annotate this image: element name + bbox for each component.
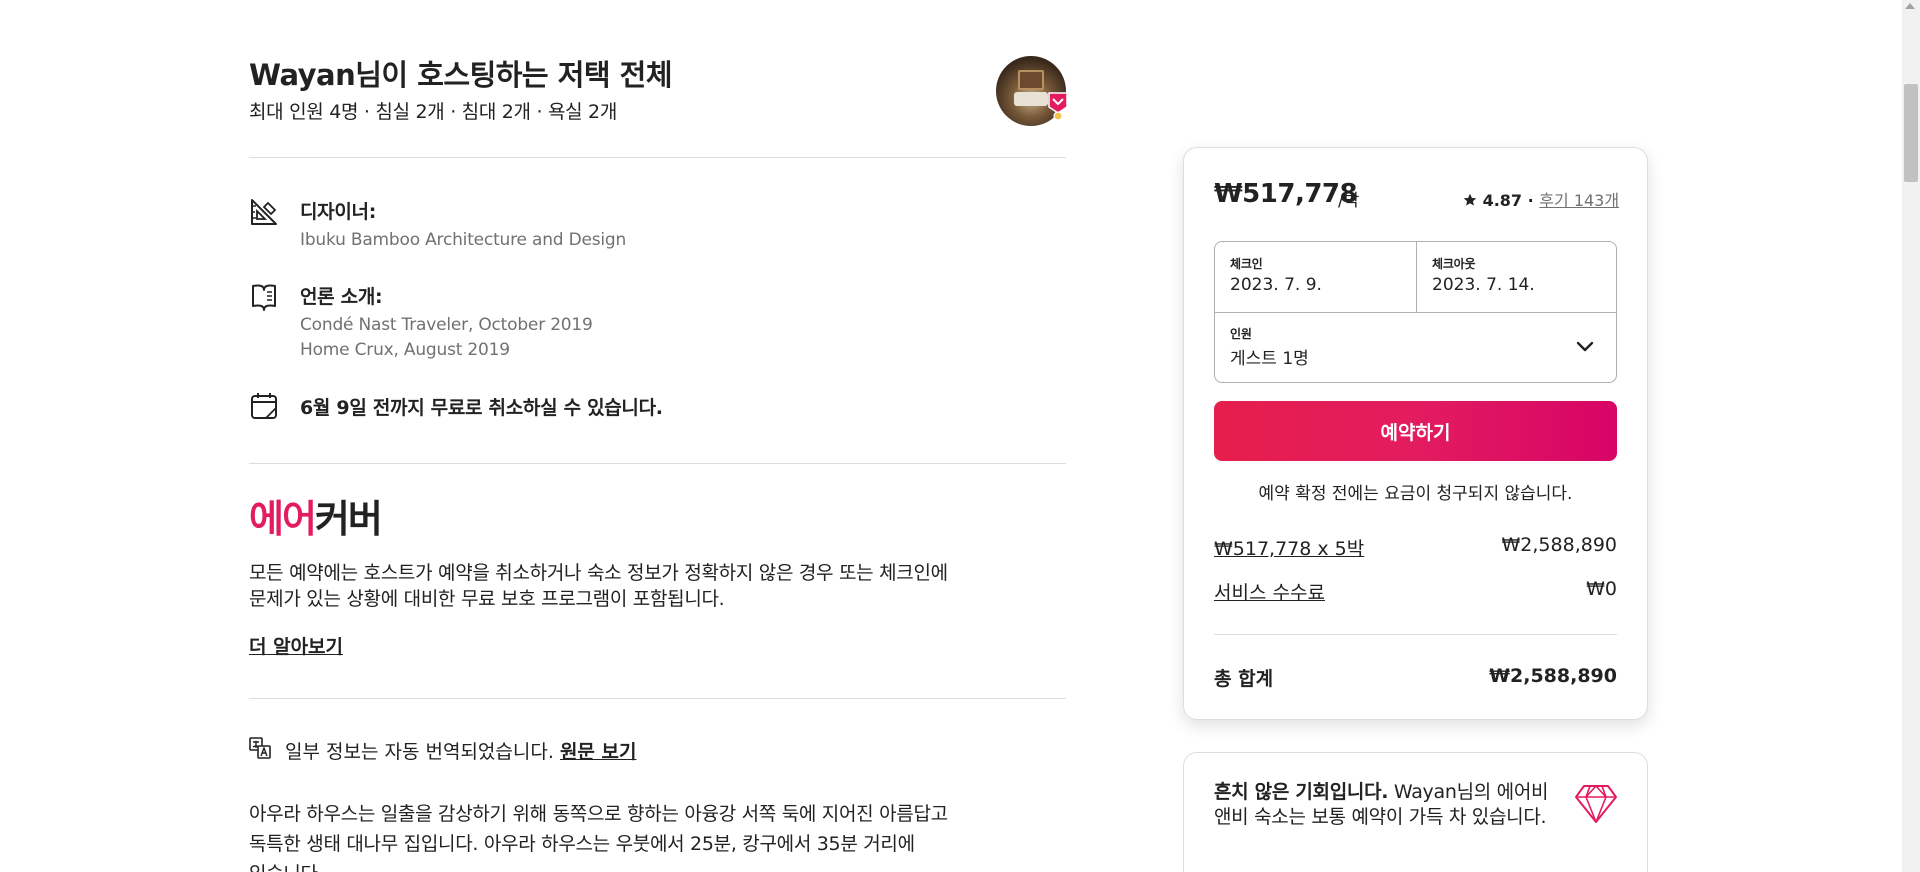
star-icon [1463,193,1477,206]
guests-value: 게스트 1명 [1230,349,1309,369]
checkin-value: 2023. 7. 9. [1230,275,1322,295]
checkout-label: 체크아웃 [1432,257,1476,271]
book-icon [252,284,276,311]
divider [249,463,1066,464]
guests-label: 인원 [1230,327,1252,341]
total-value: ₩2,588,890 [1489,665,1617,687]
superhost-badge-icon [1048,92,1068,121]
rating-summary: 4.87 · 후기 143개 [1463,187,1619,211]
booking-inputs: 체크인 2023. 7. 9. 체크아웃 2023. 7. 14. 인원 게스트… [1214,241,1617,383]
rare-find-text: 흔치 않은 기회입니다. Wayan님의 에어비앤비 숙소는 보통 예약이 가득… [1214,780,1564,830]
nightly-price: ₩517,778 [1214,179,1358,209]
guests-field[interactable]: 인원 게스트 1명 [1215,313,1616,383]
reserve-button[interactable]: 예약하기 [1214,401,1617,461]
scrollbar-thumb[interactable] [1904,84,1918,182]
translate-icon [249,737,271,759]
rating-value: 4.87 [1482,191,1523,210]
listing-description: 아우라 하우스는 일출을 감상하기 위해 동쪽으로 향하는 아융강 서쪽 둑에 … [249,803,948,825]
aircover-description: 모든 예약에는 호스트가 예약을 취소하거나 숙소 정보가 정확하지 않은 경우… [249,562,948,584]
no-charge-note: 예약 확정 전에는 요금이 청구되지 않습니다. [1258,484,1573,504]
translation-notice: 일부 정보는 자동 번역되었습니다. 원문 보기 [285,737,636,764]
feature-press-title: 언론 소개: [300,286,383,308]
diamond-icon [1575,785,1617,823]
aircover-logo: 에어커버 [249,497,383,541]
listing-description: 독특한 생태 대나무 집입니다. 아우라 하우스는 우붓에서 25분, 캉구에서… [249,833,915,855]
translation-text: 일부 정보는 자동 번역되었습니다. [285,741,554,763]
show-original-link[interactable]: 원문 보기 [560,741,637,763]
learn-more-link[interactable]: 더 알아보기 [249,632,343,659]
aircover-description: 문제가 있는 상황에 대비한 무료 보호 프로그램이 포함됩니다. [249,588,725,610]
feature-press-line: Home Crux, August 2019 [300,340,510,360]
rating-separator: · [1527,191,1534,210]
checkin-label: 체크인 [1230,257,1263,271]
divider [249,157,1066,158]
aircover-logo-red: 에어 [249,497,317,541]
chevron-down-icon[interactable] [1576,337,1594,355]
avatar-frame [1018,70,1044,90]
listing-description: 있습니다. [249,861,324,872]
per-night-label: /박 [1338,191,1360,211]
nights-cost-link[interactable]: ₩517,778 x 5박 [1214,534,1364,561]
feature-cancellation-title: 6월 9일 전까지 무료로 취소하실 수 있습니다. [300,397,663,419]
service-fee-link[interactable]: 서비스 수수료 [1214,578,1325,605]
avatar-bed [1014,92,1048,106]
feature-designer-title: 디자이너: [300,201,377,223]
checkout-value: 2023. 7. 14. [1432,275,1535,295]
listing-subtitle: 최대 인원 4명 · 침실 2개 · 침대 2개 · 욕실 2개 [249,101,618,123]
feature-designer-text: Ibuku Bamboo Architecture and Design [300,230,627,250]
scroll-up-arrow-icon[interactable] [1905,3,1915,9]
checkout-field[interactable]: 체크아웃 2023. 7. 14. [1417,242,1617,312]
reviews-link[interactable]: 후기 143개 [1539,191,1619,210]
ruler-triangle-icon [251,199,277,225]
divider [249,698,1066,699]
divider [1214,634,1617,635]
aircover-logo-dark: 커버 [314,497,383,541]
feature-press-line: Condé Nast Traveler, October 2019 [300,315,593,335]
checkin-field[interactable]: 체크인 2023. 7. 9. [1215,242,1416,312]
listing-title: Wayan님이 호스팅하는 저택 전체 [249,58,673,92]
service-fee-value: ₩0 [1586,578,1617,600]
nights-cost-value: ₩2,588,890 [1501,534,1617,556]
rare-find-bold: 흔치 않은 기회입니다. [1214,781,1389,803]
calendar-icon [251,393,277,419]
total-label: 총 합계 [1214,668,1274,690]
